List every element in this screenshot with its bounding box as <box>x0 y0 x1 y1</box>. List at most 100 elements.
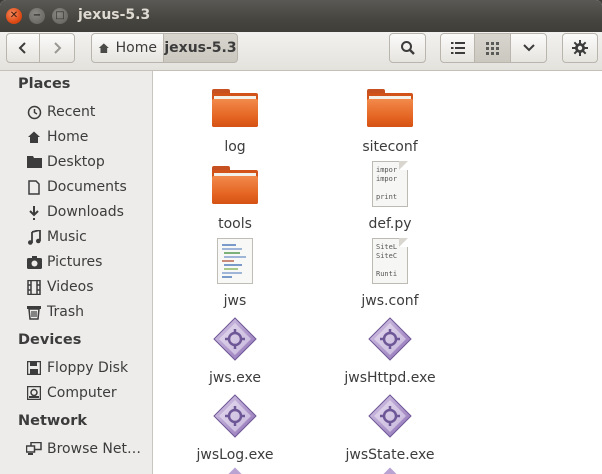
sidebar-item-label: Home <box>47 129 89 145</box>
file-name: jwsLog.exe <box>196 447 274 463</box>
grid-view-icon <box>486 41 499 55</box>
executable-icon <box>380 467 400 474</box>
sidebar-item-pictures[interactable]: Pictures <box>26 251 102 273</box>
chevron-down-icon <box>522 44 535 52</box>
file-name: jwsState.exe <box>345 447 435 463</box>
sidebar-item-home[interactable]: Home <box>26 126 88 148</box>
network-icon <box>26 441 42 457</box>
music-icon <box>26 229 42 245</box>
floppy-icon <box>26 360 42 376</box>
file-grid: log siteconf tools impor impor print def… <box>153 71 602 474</box>
back-button[interactable] <box>6 33 40 63</box>
close-window-button[interactable]: ✕ <box>6 8 22 24</box>
computer-icon <box>26 385 42 401</box>
file-item-jwsstate-exe[interactable]: jwsState.exe <box>325 391 455 463</box>
file-name: jws.exe <box>209 370 261 386</box>
executable-icon <box>225 467 245 474</box>
network-header: Network <box>18 413 88 429</box>
sidebar-item-browse-network[interactable]: Browse Net… <box>26 438 141 460</box>
text-file-icon: SiteL SiteC Runti <box>365 237 415 287</box>
sidebar-item-label: Computer <box>47 385 117 401</box>
search-button[interactable] <box>389 33 426 63</box>
executable-icon <box>365 391 415 441</box>
file-name: jwsHttpd.exe <box>344 370 436 386</box>
file-preview: SiteL SiteC Runti <box>376 243 398 278</box>
sidebar-item-documents[interactable]: Documents <box>26 176 127 198</box>
file-name: tools <box>218 216 252 232</box>
file-item-jws-exe[interactable]: jws.exe <box>170 314 300 386</box>
breadcrumb-home-label: Home <box>115 40 157 56</box>
file-item-log[interactable]: log <box>170 83 300 155</box>
file-item-siteconf[interactable]: siteconf <box>325 83 455 155</box>
sidebar-item-label: Music <box>47 229 87 245</box>
executable-icon <box>365 314 415 364</box>
search-icon <box>400 41 415 55</box>
maximize-window-button[interactable]: □ <box>52 8 68 24</box>
file-name: jws.conf <box>361 293 419 309</box>
folder-icon <box>210 83 260 133</box>
sidebar-item-floppy-disk[interactable]: Floppy Disk <box>26 357 128 379</box>
file-item-jws-conf[interactable]: SiteL SiteC Runti jws.conf <box>325 237 455 309</box>
window-title: jexus-5.3 <box>78 7 151 23</box>
videos-icon <box>26 279 42 295</box>
file-name: log <box>224 139 246 155</box>
folder-icon <box>210 160 260 210</box>
sidebar-item-trash[interactable]: Trash <box>26 301 84 323</box>
sidebar-item-label: Downloads <box>47 204 124 220</box>
sidebar-item-downloads[interactable]: Downloads <box>26 201 124 223</box>
chevron-left-icon <box>18 42 26 54</box>
sidebar-item-label: Browse Net… <box>47 441 142 457</box>
home-icon <box>26 129 42 145</box>
breadcrumb-current[interactable]: jexus-5.3 <box>163 33 238 63</box>
list-view-icon <box>450 42 465 54</box>
sidebar-item-label: Documents <box>47 179 127 195</box>
sidebar-item-label: Recent <box>47 104 96 120</box>
file-item-tools[interactable]: tools <box>170 160 300 232</box>
sidebar-item-computer[interactable]: Computer <box>26 382 117 404</box>
file-item-jwslog-exe[interactable]: jwsLog.exe <box>170 391 300 463</box>
documents-icon <box>26 179 42 195</box>
chevron-right-icon <box>54 42 62 54</box>
places-header: Places <box>18 76 71 92</box>
breadcrumb-current-label: jexus-5.3 <box>164 40 237 56</box>
toolbar: Home jexus-5.3 <box>0 32 602 71</box>
sidebar: Places Recent Home Desktop Documents Dow… <box>0 71 153 474</box>
sidebar-item-music[interactable]: Music <box>26 226 87 248</box>
sidebar-item-label: Videos <box>47 279 94 295</box>
file-preview: impor impor print <box>376 166 398 201</box>
file-item-def-py[interactable]: impor impor print def.py <box>325 160 455 232</box>
pictures-icon <box>26 254 42 270</box>
title-bar[interactable]: ✕ − □ jexus-5.3 <box>0 0 602 32</box>
trash-icon <box>26 304 42 320</box>
gear-icon <box>572 40 588 56</box>
file-name: jws <box>223 293 247 309</box>
file-item-jws[interactable]: jws <box>170 237 300 309</box>
view-options-button[interactable] <box>510 33 547 63</box>
breadcrumb-home[interactable]: Home <box>91 33 164 63</box>
text-file-icon: impor impor print <box>365 160 415 210</box>
file-manager-window: ✕ − □ jexus-5.3 Home jexus-5.3 Places Re… <box>0 0 602 474</box>
sidebar-item-label: Desktop <box>47 154 105 170</box>
executable-icon <box>210 314 260 364</box>
file-name: def.py <box>368 216 412 232</box>
settings-button[interactable] <box>562 33 598 63</box>
sidebar-item-desktop[interactable]: Desktop <box>26 151 105 173</box>
desktop-icon <box>26 154 42 170</box>
grid-view-button[interactable] <box>474 33 511 63</box>
minimize-window-button[interactable]: − <box>29 8 45 24</box>
folder-icon <box>365 83 415 133</box>
sidebar-item-recent[interactable]: Recent <box>26 101 95 123</box>
sidebar-item-videos[interactable]: Videos <box>26 276 94 298</box>
downloads-icon <box>26 204 42 220</box>
file-item-jwshttpd-exe[interactable]: jwsHttpd.exe <box>325 314 455 386</box>
forward-button[interactable] <box>39 33 75 63</box>
sidebar-item-label: Floppy Disk <box>47 360 129 376</box>
file-name: siteconf <box>362 139 418 155</box>
script-file-icon <box>210 237 260 287</box>
executable-icon <box>210 391 260 441</box>
sidebar-item-label: Trash <box>47 304 84 320</box>
devices-header: Devices <box>18 332 82 348</box>
list-view-button[interactable] <box>440 33 475 63</box>
sidebar-item-label: Pictures <box>47 254 103 270</box>
recent-icon <box>26 104 42 120</box>
